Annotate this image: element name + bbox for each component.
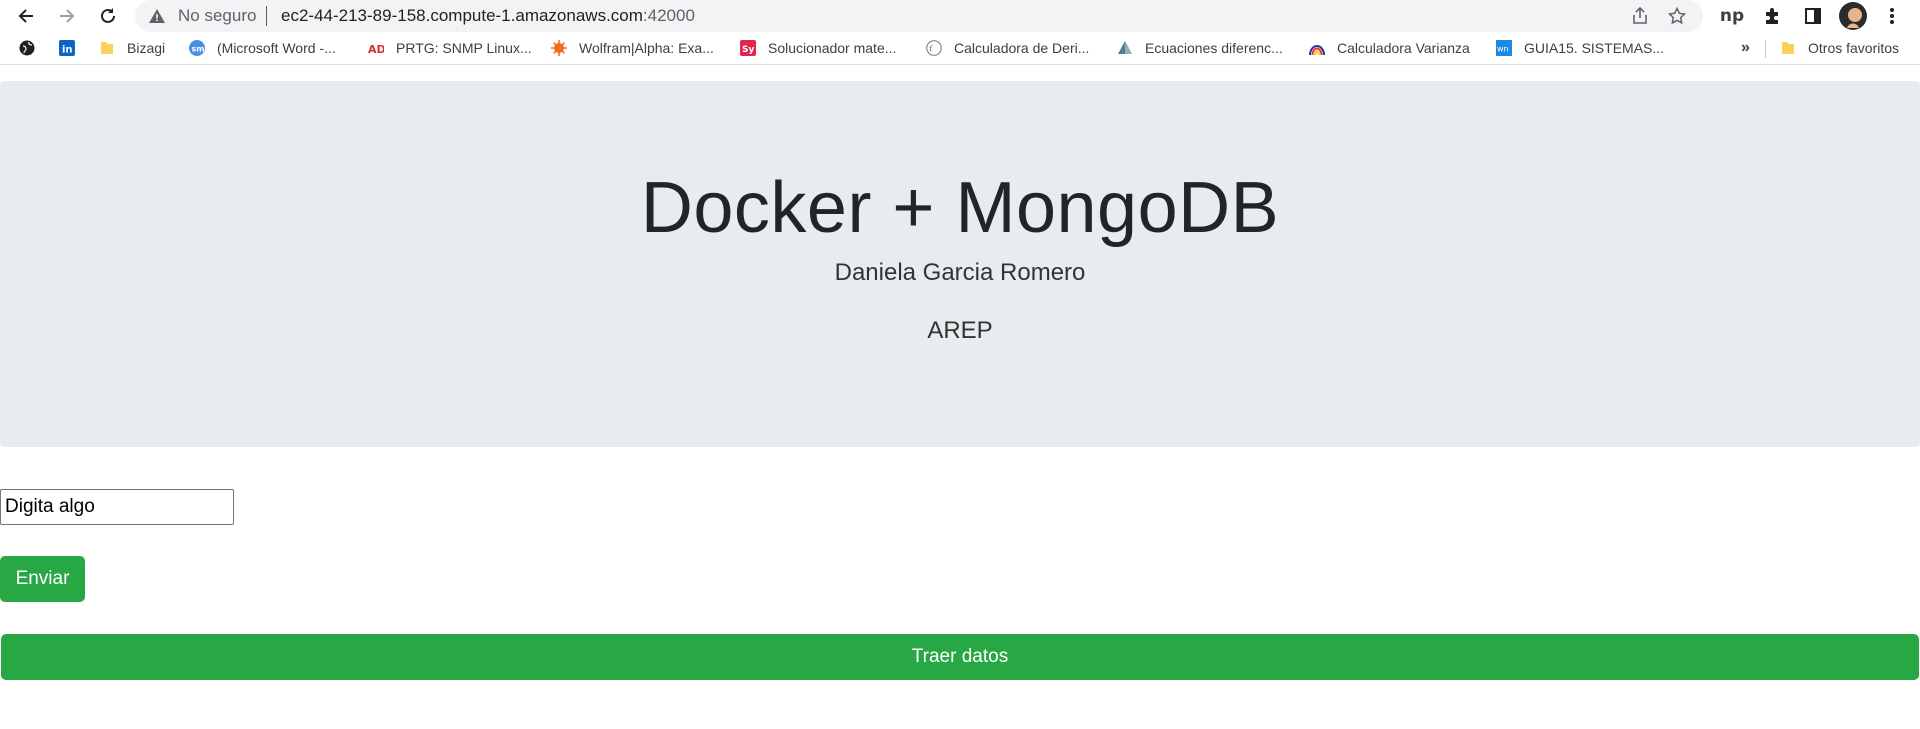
derivative-icon: f <box>926 40 942 56</box>
reload-button[interactable] <box>94 2 122 30</box>
author-name: Daniela Garcia Romero <box>834 259 1086 286</box>
np-extension-icon: np <box>1719 6 1745 26</box>
np-extension-button[interactable]: np <box>1718 2 1746 30</box>
symbolab-icon: Sy <box>740 40 756 56</box>
browser-toolbar: No seguro ec2-44-213-89-158.compute-1.am… <box>0 0 1920 32</box>
omnibox-divider <box>266 6 267 26</box>
puzzle-icon <box>1766 8 1778 24</box>
svg-text:sm: sm <box>192 45 205 54</box>
forward-button[interactable] <box>53 2 81 30</box>
bookmark-item[interactable]: Ecuaciones diferenc... <box>1117 32 1283 64</box>
url-port: :42000 <box>642 6 695 25</box>
bookmark-item[interactable]: Calculadora Varianza <box>1309 32 1470 64</box>
bookmark-label: Wolfram|Alpha: Exa... <box>579 40 714 56</box>
bookmark-linkedin[interactable]: in <box>59 32 87 64</box>
wn-icon: wn <box>1496 40 1512 56</box>
share-button[interactable] <box>1628 4 1652 28</box>
url-text[interactable]: ec2-44-213-89-158.compute-1.amazonaws.co… <box>281 6 695 26</box>
warning-icon <box>149 9 165 23</box>
bookmark-item[interactable]: ADI PRTG: SNMP Linux... <box>368 32 532 64</box>
svg-text:Sy: Sy <box>742 45 754 55</box>
bookmark-label: GUIA15. SISTEMAS... <box>1524 40 1665 56</box>
reload-icon <box>101 8 115 23</box>
back-arrow-icon <box>18 9 33 23</box>
avatar-icon <box>1839 2 1867 30</box>
star-icon <box>1668 7 1686 25</box>
message-input[interactable] <box>0 489 234 525</box>
bookmark-star-button[interactable] <box>1665 4 1689 28</box>
page-title: Docker + MongoDB <box>640 168 1280 248</box>
bookmark-label: Calculadora Varianza <box>1337 40 1470 56</box>
side-panel-icon <box>1805 8 1821 24</box>
bookmarks-bar: in Bizagi sm (Microsoft Word -... ADI PR… <box>0 32 1920 65</box>
menu-button[interactable] <box>1878 2 1906 30</box>
forward-arrow-icon <box>60 9 75 23</box>
other-favorites-label: Otros favoritos <box>1808 40 1900 56</box>
bookmarks-divider <box>1765 40 1766 58</box>
address-bar[interactable]: No seguro ec2-44-213-89-158.compute-1.am… <box>135 0 1703 32</box>
fetch-data-button[interactable]: Traer datos <box>1 634 1919 680</box>
folder-icon <box>101 42 113 54</box>
bookmark-label: PRTG: SNMP Linux... <box>396 40 532 56</box>
share-icon <box>1633 7 1647 24</box>
back-button[interactable] <box>12 2 40 30</box>
bookmarks-overflow-button[interactable]: » <box>1741 32 1750 64</box>
folder-icon <box>1782 42 1794 54</box>
side-panel-button[interactable] <box>1799 2 1827 30</box>
svg-text:ADI: ADI <box>368 43 384 56</box>
chevron-double-right-icon: » <box>1741 39 1750 56</box>
bookmark-label: Bizagi <box>127 40 166 56</box>
wolfram-icon <box>551 40 567 56</box>
bookmark-label: Calculadora de Deri... <box>954 40 1090 56</box>
extensions-button[interactable] <box>1758 2 1786 30</box>
kebab-menu-icon <box>1890 8 1894 24</box>
bookmark-item[interactable]: wn GUIA15. SISTEMAS... <box>1496 32 1664 64</box>
bookmark-item[interactable]: sm (Microsoft Word -... <box>189 32 336 64</box>
bookmark-item[interactable]: Wolfram|Alpha: Exa... <box>551 32 714 64</box>
bookmark-item[interactable]: Sy Solucionador mate... <box>740 32 896 64</box>
bookmark-item[interactable]: Bizagi <box>99 32 165 64</box>
bookmark-label: Solucionador mate... <box>768 40 897 56</box>
bookmark-globe[interactable] <box>19 32 47 64</box>
bookmark-item[interactable]: f Calculadora de Deri... <box>926 32 1089 64</box>
course-name: AREP <box>927 317 993 344</box>
profile-avatar[interactable] <box>1839 2 1867 30</box>
svg-text:wn: wn <box>1497 45 1509 54</box>
linkedin-icon: in <box>59 40 75 56</box>
rainbow-icon <box>1309 45 1325 56</box>
svg-text:in: in <box>62 45 73 56</box>
jumbotron-header: Docker + MongoDB Daniela Garcia Romero A… <box>0 81 1920 447</box>
globe-icon <box>19 40 35 56</box>
bookmark-label: Ecuaciones diferenc... <box>1145 40 1283 56</box>
security-label[interactable]: No seguro <box>178 6 256 26</box>
pyramid-icon <box>1118 41 1132 54</box>
url-host: ec2-44-213-89-158.compute-1.amazonaws.co… <box>281 6 643 25</box>
sm-icon: sm <box>189 40 205 56</box>
other-favorites-folder[interactable]: Otros favoritos <box>1780 32 1899 64</box>
send-button[interactable]: Enviar <box>0 556 85 602</box>
bookmark-label: (Microsoft Word -... <box>217 40 336 56</box>
adi-icon: ADI <box>368 43 384 56</box>
